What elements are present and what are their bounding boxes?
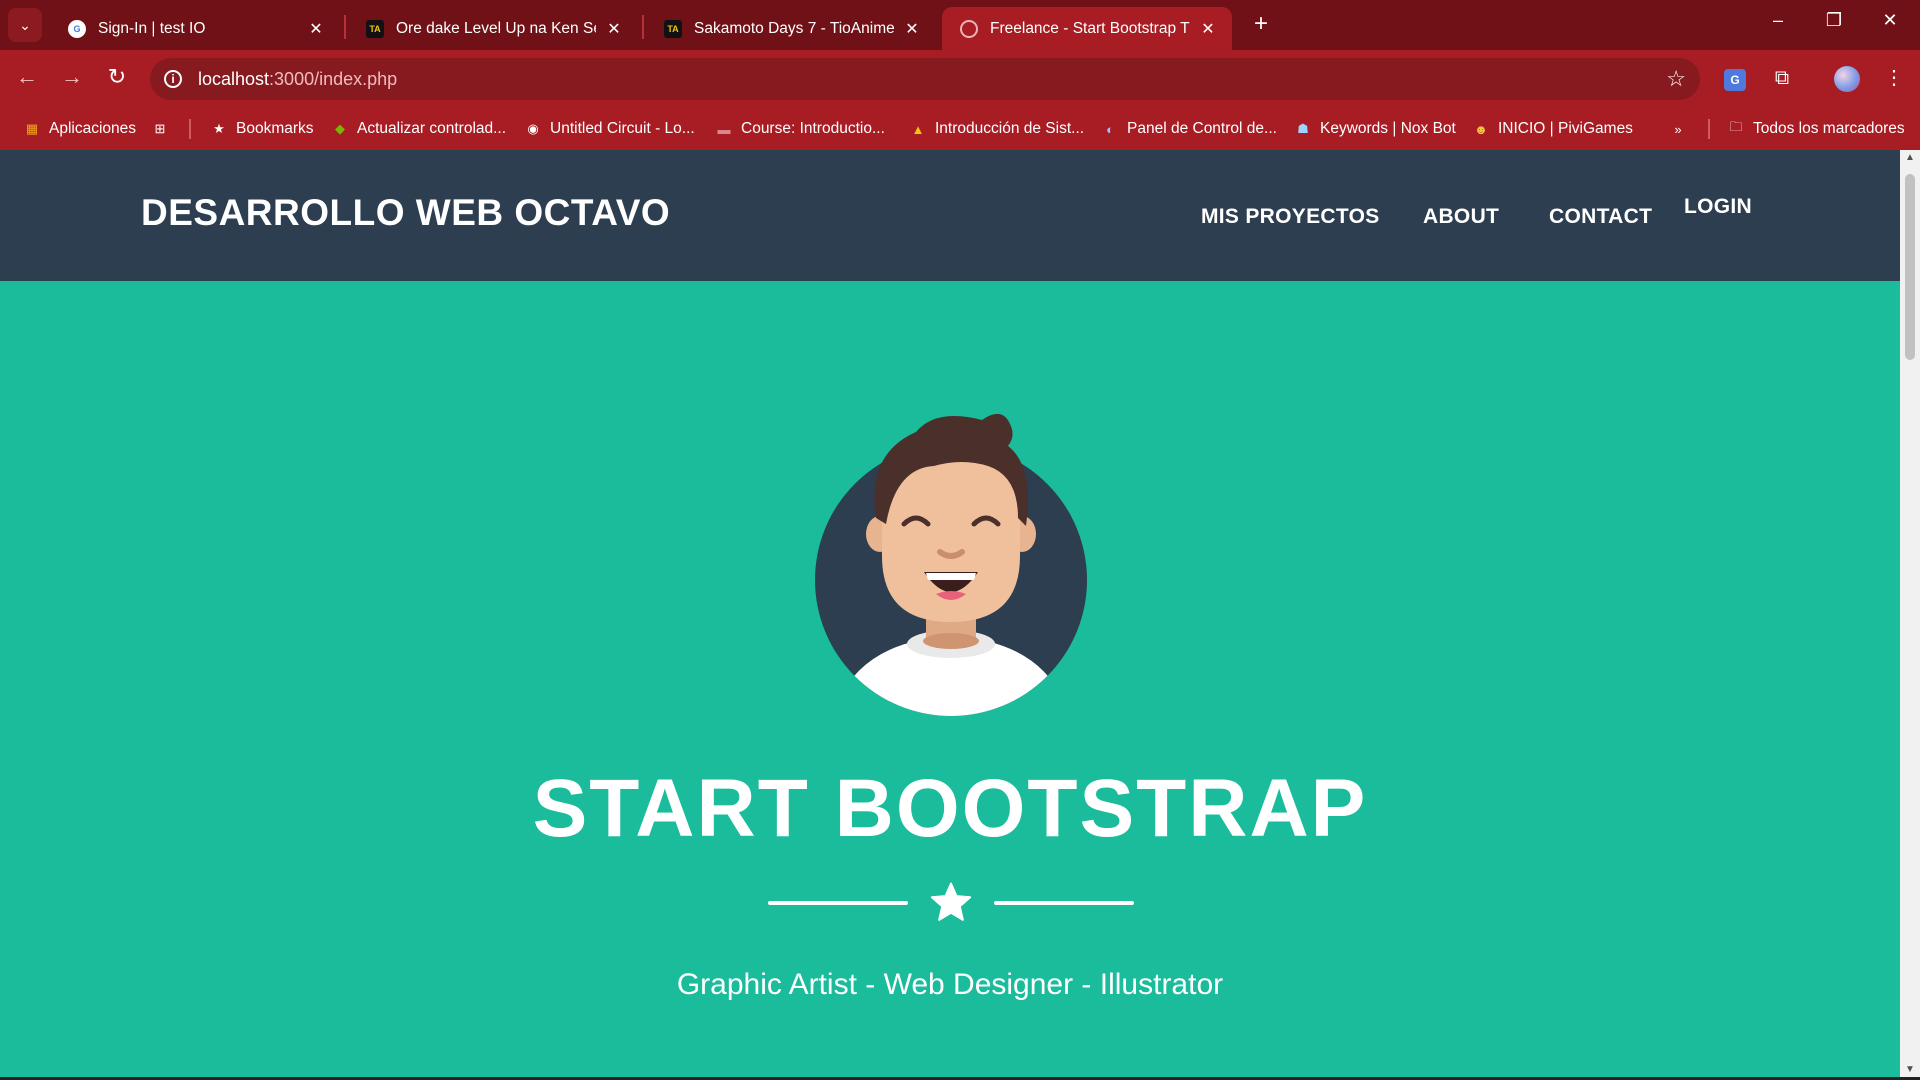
panel-icon: ◐ [1106,121,1114,137]
tab-separator [344,15,346,39]
circuit-icon: ◉ [527,121,539,136]
page-viewport: DESARROLLO WEB OCTAVO MIS PROYECTOS ABOU… [0,150,1900,1077]
close-icon[interactable]: ✕ [1198,19,1218,39]
scroll-up-icon[interactable]: ▲ [1904,152,1916,163]
bookmark-panel-control[interactable]: ◐ Panel de Control de... [1102,108,1277,150]
avatar-illustration [815,413,1087,716]
restore-button[interactable]: ❐ [1814,10,1854,31]
window-close-button[interactable]: ✕ [1870,10,1910,31]
forward-button[interactable]: → [57,64,87,90]
tab-ore-dake[interactable]: TA Ore dake Level Up na Ken Season ✕ [348,7,638,50]
tab-freelance[interactable]: Freelance - Start Bootstrap Theme ✕ [942,7,1232,50]
bookmark-separator [1708,119,1710,139]
hero-subtitle: Graphic Artist - Web Designer - Illustra… [676,968,1224,1001]
tab-strip: ⌄ G Sign-In | test IO ✕ TA Ore dake Leve… [0,0,1920,50]
tab-title: Ore dake Level Up na Ken Season [396,19,596,37]
nav-link-contact[interactable]: CONTACT [1549,205,1652,229]
bookmark-label: Aplicaciones [49,120,137,137]
tioanime-icon: TA [664,19,682,38]
page-scrollbar[interactable]: ▲ ▼ [1900,150,1920,1077]
more-bookmarks-button[interactable]: » [1670,108,1695,150]
nav-link-login[interactable]: LOGIN [1684,195,1752,219]
tab-title: Freelance - Start Bootstrap Theme [990,19,1190,37]
bookmark-bookmarks[interactable]: ★ Bookmarks [211,108,314,150]
bookmark-aplicaciones[interactable]: ▦ Aplicaciones [24,108,136,150]
profile-avatar-icon[interactable] [1834,66,1860,92]
bookmark-course[interactable]: ▬ Course: Introductio... [716,108,885,150]
close-icon[interactable]: ✕ [306,19,326,39]
scroll-down-icon[interactable]: ▼ [1904,1064,1916,1075]
divider-line-right [994,901,1134,905]
tab-title: Sign-In | test IO [98,19,206,37]
back-button[interactable]: ← [12,64,42,90]
tab-title: Sakamoto Days 7 - TioAnime [694,19,894,37]
bot-icon: ☗ [1297,121,1309,136]
translate-icon[interactable]: G [1724,69,1746,91]
site-navbar: DESARROLLO WEB OCTAVO MIS PROYECTOS ABOU… [0,150,1900,281]
star-icon: ★ [213,121,225,136]
star-icon [930,882,972,921]
tab-separator [642,15,644,39]
bookmark-label: Bookmarks [236,120,314,137]
bookmark-actualizar[interactable]: ◆ Actualizar controlad... [332,108,506,150]
bookmark-keywords[interactable]: ☗ Keywords | Nox Bot [1295,108,1456,150]
bookmark-untitled-circuit[interactable]: ◉ Untitled Circuit - Lo... [525,108,695,150]
chevron-down-icon: ⌄ [19,16,31,33]
chevron-double-right-icon: » [1674,121,1682,137]
course-icon: ▬ [717,121,731,137]
globe-icon [960,19,978,38]
bookmark-star-icon[interactable]: ☆ [1666,66,1686,92]
url-path: :3000/index.php [269,68,398,89]
close-icon: ✕ [1882,10,1898,30]
google-account-icon: G [68,19,86,38]
tab-sakamoto[interactable]: TA Sakamoto Days 7 - TioAnime ✕ [646,7,936,50]
minimize-icon: – [1772,10,1783,30]
reload-button[interactable]: ↻ [102,64,132,90]
nav-link-about[interactable]: ABOUT [1423,205,1499,229]
divider-line-left [768,901,908,905]
site-brand[interactable]: DESARROLLO WEB OCTAVO [141,192,670,234]
bookmark-label: Course: Introductio... [741,120,885,137]
address-bar[interactable]: i localhost:3000/index.php ☆ [150,58,1700,100]
minimize-button[interactable]: – [1758,10,1798,31]
arrow-right-icon: → [61,64,83,89]
restore-icon: ❐ [1825,10,1843,30]
hero-title: START BOOTSTRAP [532,763,1368,854]
bookmark-label: Untitled Circuit - Lo... [550,120,695,137]
tioanime-icon: TA [366,19,384,38]
bookmark-label: Introducción de Sist... [935,120,1085,137]
url-host: localhost [198,68,270,89]
bookmark-separator [189,119,191,139]
bookmark-label: Keywords | Nox Bot [1320,120,1456,137]
close-icon[interactable]: ✕ [902,19,922,39]
extensions-icon[interactable]: ⧉ [1766,62,1798,94]
bookmark-pivigames[interactable]: ☻ INICIO | PiviGames [1473,108,1633,150]
all-bookmarks-label: Todos los marcadores [1753,120,1905,137]
bookmark-label: Actualizar controlad... [357,120,507,137]
browser-toolbar: ← → ↻ i localhost:3000/index.php ☆ G ⧉ ⋮ [0,50,1920,108]
nav-link-mis-proyectos[interactable]: MIS PROYECTOS [1201,205,1380,229]
bookmarks-bar: ▦ Aplicaciones ⊞ ★ Bookmarks ◆ Actualiza… [0,108,1920,150]
all-bookmarks-button[interactable]: 🗀 Todos los marcadores [1728,108,1905,150]
google-drive-icon: ▲ [911,121,925,137]
scroll-thumb[interactable] [1905,174,1915,360]
tab-groups-button[interactable]: ⊞ [152,108,177,150]
grid-icon: ⊞ [154,121,166,136]
arrow-left-icon: ← [16,64,38,89]
tab-sign-in[interactable]: G Sign-In | test IO ✕ [50,7,340,50]
new-tab-button[interactable]: + [1246,10,1276,38]
close-icon[interactable]: ✕ [604,19,624,39]
apps-grid-icon: ▦ [25,121,39,136]
site-info-icon[interactable]: i [164,70,182,88]
bookmark-introduccion[interactable]: ▲ Introducción de Sist... [910,108,1085,150]
bookmark-label: Panel de Control de... [1127,120,1277,137]
folder-icon: 🗀 [1729,119,1743,134]
more-menu-icon[interactable]: ⋮ [1878,62,1910,94]
nvidia-icon: ◆ [335,121,345,136]
reload-icon: ↻ [107,64,127,89]
bookmark-label: INICIO | PiviGames [1498,120,1633,137]
tab-search-button[interactable]: ⌄ [8,8,42,42]
pivigames-icon: ☻ [1474,121,1488,137]
plus-icon: + [1253,10,1268,37]
